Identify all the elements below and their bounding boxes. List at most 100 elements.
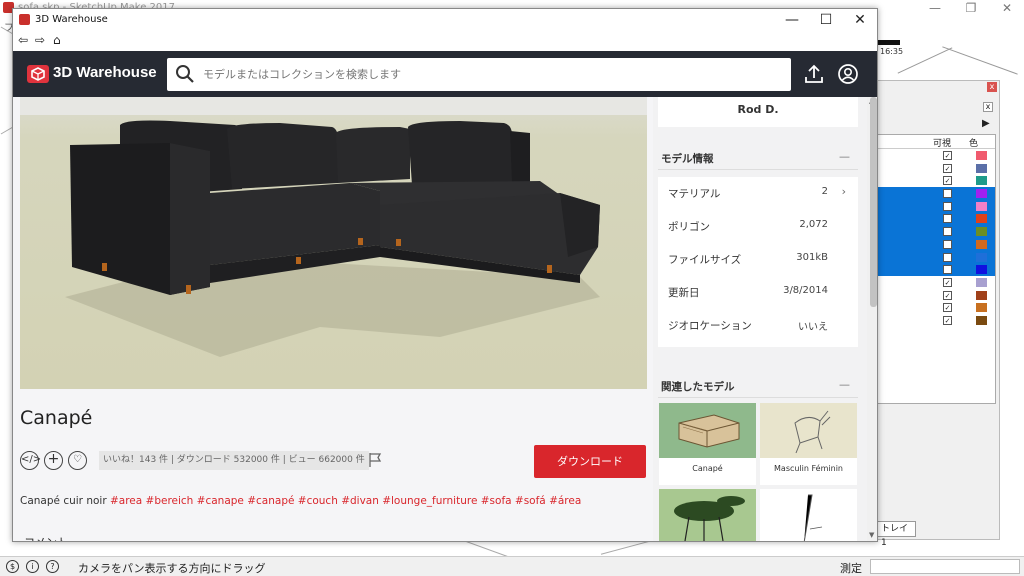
status-hint-text: カメラをパン表示する方向にドラッグ	[78, 562, 266, 575]
related-model-thumbnail	[659, 489, 756, 541]
related-model-tile[interactable]	[760, 489, 857, 541]
tag-links[interactable]: #area #bereich #canape #canapé #couch #d…	[110, 495, 581, 507]
author-name[interactable]: Rod D.	[658, 103, 858, 116]
account-icon[interactable]	[837, 63, 859, 85]
layer-color-swatch[interactable]	[976, 201, 987, 211]
layer-visible-checkbox[interactable]: ✓	[943, 151, 952, 160]
add-to-collection-icon[interactable]: +	[44, 451, 63, 470]
layer-color-swatch[interactable]	[976, 315, 987, 325]
related-model-thumbnail	[760, 403, 857, 458]
layer-row[interactable]	[877, 199, 995, 213]
layer-row[interactable]	[877, 263, 995, 276]
sketchup-restore-button[interactable]: ❐	[954, 0, 988, 16]
search-icon[interactable]	[175, 64, 195, 84]
download-button[interactable]: ダウンロード	[534, 445, 646, 478]
layer-row[interactable]: ✓	[877, 276, 995, 289]
layer-color-swatch[interactable]	[976, 303, 987, 313]
divider	[658, 169, 858, 170]
layer-visible-checkbox[interactable]	[943, 265, 952, 275]
layer-row[interactable]: ✓	[877, 149, 995, 162]
help-icon[interactable]: ?	[46, 560, 59, 573]
layer-visible-checkbox[interactable]	[943, 227, 952, 237]
layer-row[interactable]: ✓	[877, 174, 995, 187]
warehouse-header: 3D Warehouse	[13, 51, 877, 97]
column-header-color[interactable]: 色	[969, 136, 978, 149]
layer-color-swatch[interactable]	[976, 189, 987, 199]
layer-color-swatch[interactable]	[976, 277, 987, 287]
chevron-right-icon[interactable]: ›	[842, 185, 846, 198]
model-info-row[interactable]: マテリアル 2 ›	[658, 177, 858, 210]
layer-visible-checkbox[interactable]: ✓	[943, 176, 952, 186]
upload-icon[interactable]	[803, 63, 825, 85]
warehouse-maximize-button[interactable]: ☐	[809, 9, 843, 31]
layer-visible-checkbox[interactable]: ✓	[943, 290, 952, 300]
warehouse-titlebar: 3D Warehouse — ☐ ✕	[13, 9, 877, 31]
scrollbar-thumb[interactable]	[870, 97, 877, 307]
tray-close-button[interactable]: x	[987, 82, 997, 92]
related-model-thumbnail	[659, 403, 756, 458]
layer-color-swatch[interactable]	[976, 239, 987, 249]
layer-color-swatch[interactable]	[976, 227, 987, 237]
warehouse-nav-bar: ⇦ ⇨ ⌂	[13, 31, 877, 51]
layer-row[interactable]: ✓	[877, 289, 995, 302]
page-scrollbar[interactable]: ▲ ▼	[867, 97, 877, 541]
scroll-down-icon[interactable]: ▼	[869, 531, 874, 539]
layer-color-swatch[interactable]	[976, 252, 987, 262]
layer-visible-checkbox[interactable]	[943, 252, 952, 262]
model-preview-image[interactable]	[20, 97, 647, 389]
report-flag-icon[interactable]	[367, 452, 383, 468]
layer-visible-checkbox[interactable]: ✓	[943, 163, 952, 173]
layer-visible-checkbox[interactable]	[943, 239, 952, 249]
measurements-input[interactable]	[870, 559, 1020, 574]
layer-visible-checkbox[interactable]	[943, 201, 952, 211]
sketchup-close-button[interactable]: ✕	[990, 0, 1024, 16]
related-models-collapse-button[interactable]: —	[839, 378, 850, 391]
model-info-value: 3/8/2014	[783, 285, 828, 296]
layer-row[interactable]	[877, 237, 995, 251]
layer-color-swatch[interactable]	[976, 265, 987, 275]
column-header-visible[interactable]: 可視	[933, 136, 951, 149]
info-icon[interactable]: i	[26, 560, 39, 573]
layer-visible-checkbox[interactable]	[943, 189, 952, 199]
back-arrow-icon[interactable]: ⇦	[18, 33, 28, 47]
layer-color-swatch[interactable]	[976, 163, 987, 173]
related-model-tile[interactable]: Canapé	[659, 403, 756, 485]
model-info-value: 2	[821, 186, 828, 197]
embed-code-icon[interactable]: </>	[20, 451, 41, 470]
layer-row[interactable]	[877, 212, 995, 226]
layers-panel-close-button[interactable]: x	[983, 102, 993, 112]
layer-color-swatch[interactable]	[976, 290, 987, 300]
layer-visible-checkbox[interactable]: ✓	[943, 303, 952, 313]
sketchup-minimize-button[interactable]: —	[918, 0, 952, 16]
tray-tab[interactable]: トレイ 1	[876, 521, 916, 548]
related-model-tile[interactable]	[659, 489, 756, 541]
layers-details-arrow-icon[interactable]: ▶	[982, 118, 990, 129]
shadow-time-slider[interactable]	[878, 40, 900, 45]
layer-color-swatch[interactable]	[976, 214, 987, 224]
layer-row[interactable]	[877, 225, 995, 238]
layer-color-swatch[interactable]	[976, 176, 987, 186]
layer-visible-checkbox[interactable]	[943, 214, 952, 224]
layer-row[interactable]: ✓	[877, 301, 995, 314]
layer-row[interactable]: ✓	[877, 314, 995, 327]
warehouse-logo-text[interactable]: 3D Warehouse	[53, 64, 157, 81]
geolocation-icon[interactable]: $	[6, 560, 19, 573]
like-heart-icon[interactable]: ♡	[68, 451, 87, 470]
layers-rows: ✓ ✓ ✓ ✓ ✓ ✓ ✓	[877, 149, 995, 327]
search-input[interactable]	[203, 58, 783, 91]
layer-color-swatch[interactable]	[976, 151, 987, 160]
layer-row[interactable]	[877, 187, 995, 200]
layer-visible-checkbox[interactable]: ✓	[943, 277, 952, 287]
layer-visible-checkbox[interactable]: ✓	[943, 315, 952, 325]
home-icon[interactable]: ⌂	[53, 33, 61, 47]
warehouse-logo-icon[interactable]	[27, 65, 49, 83]
layer-row[interactable]	[877, 250, 995, 264]
warehouse-close-button[interactable]: ✕	[843, 9, 877, 31]
warehouse-minimize-button[interactable]: —	[775, 9, 809, 31]
related-model-tile[interactable]: Masculin Féminin	[760, 403, 857, 485]
model-title: Canapé	[20, 407, 93, 429]
layer-row[interactable]: ✓	[877, 162, 995, 175]
forward-arrow-icon[interactable]: ⇨	[35, 33, 45, 47]
layers-list-header: 可視 色	[877, 135, 995, 149]
model-info-collapse-button[interactable]: —	[839, 150, 850, 163]
